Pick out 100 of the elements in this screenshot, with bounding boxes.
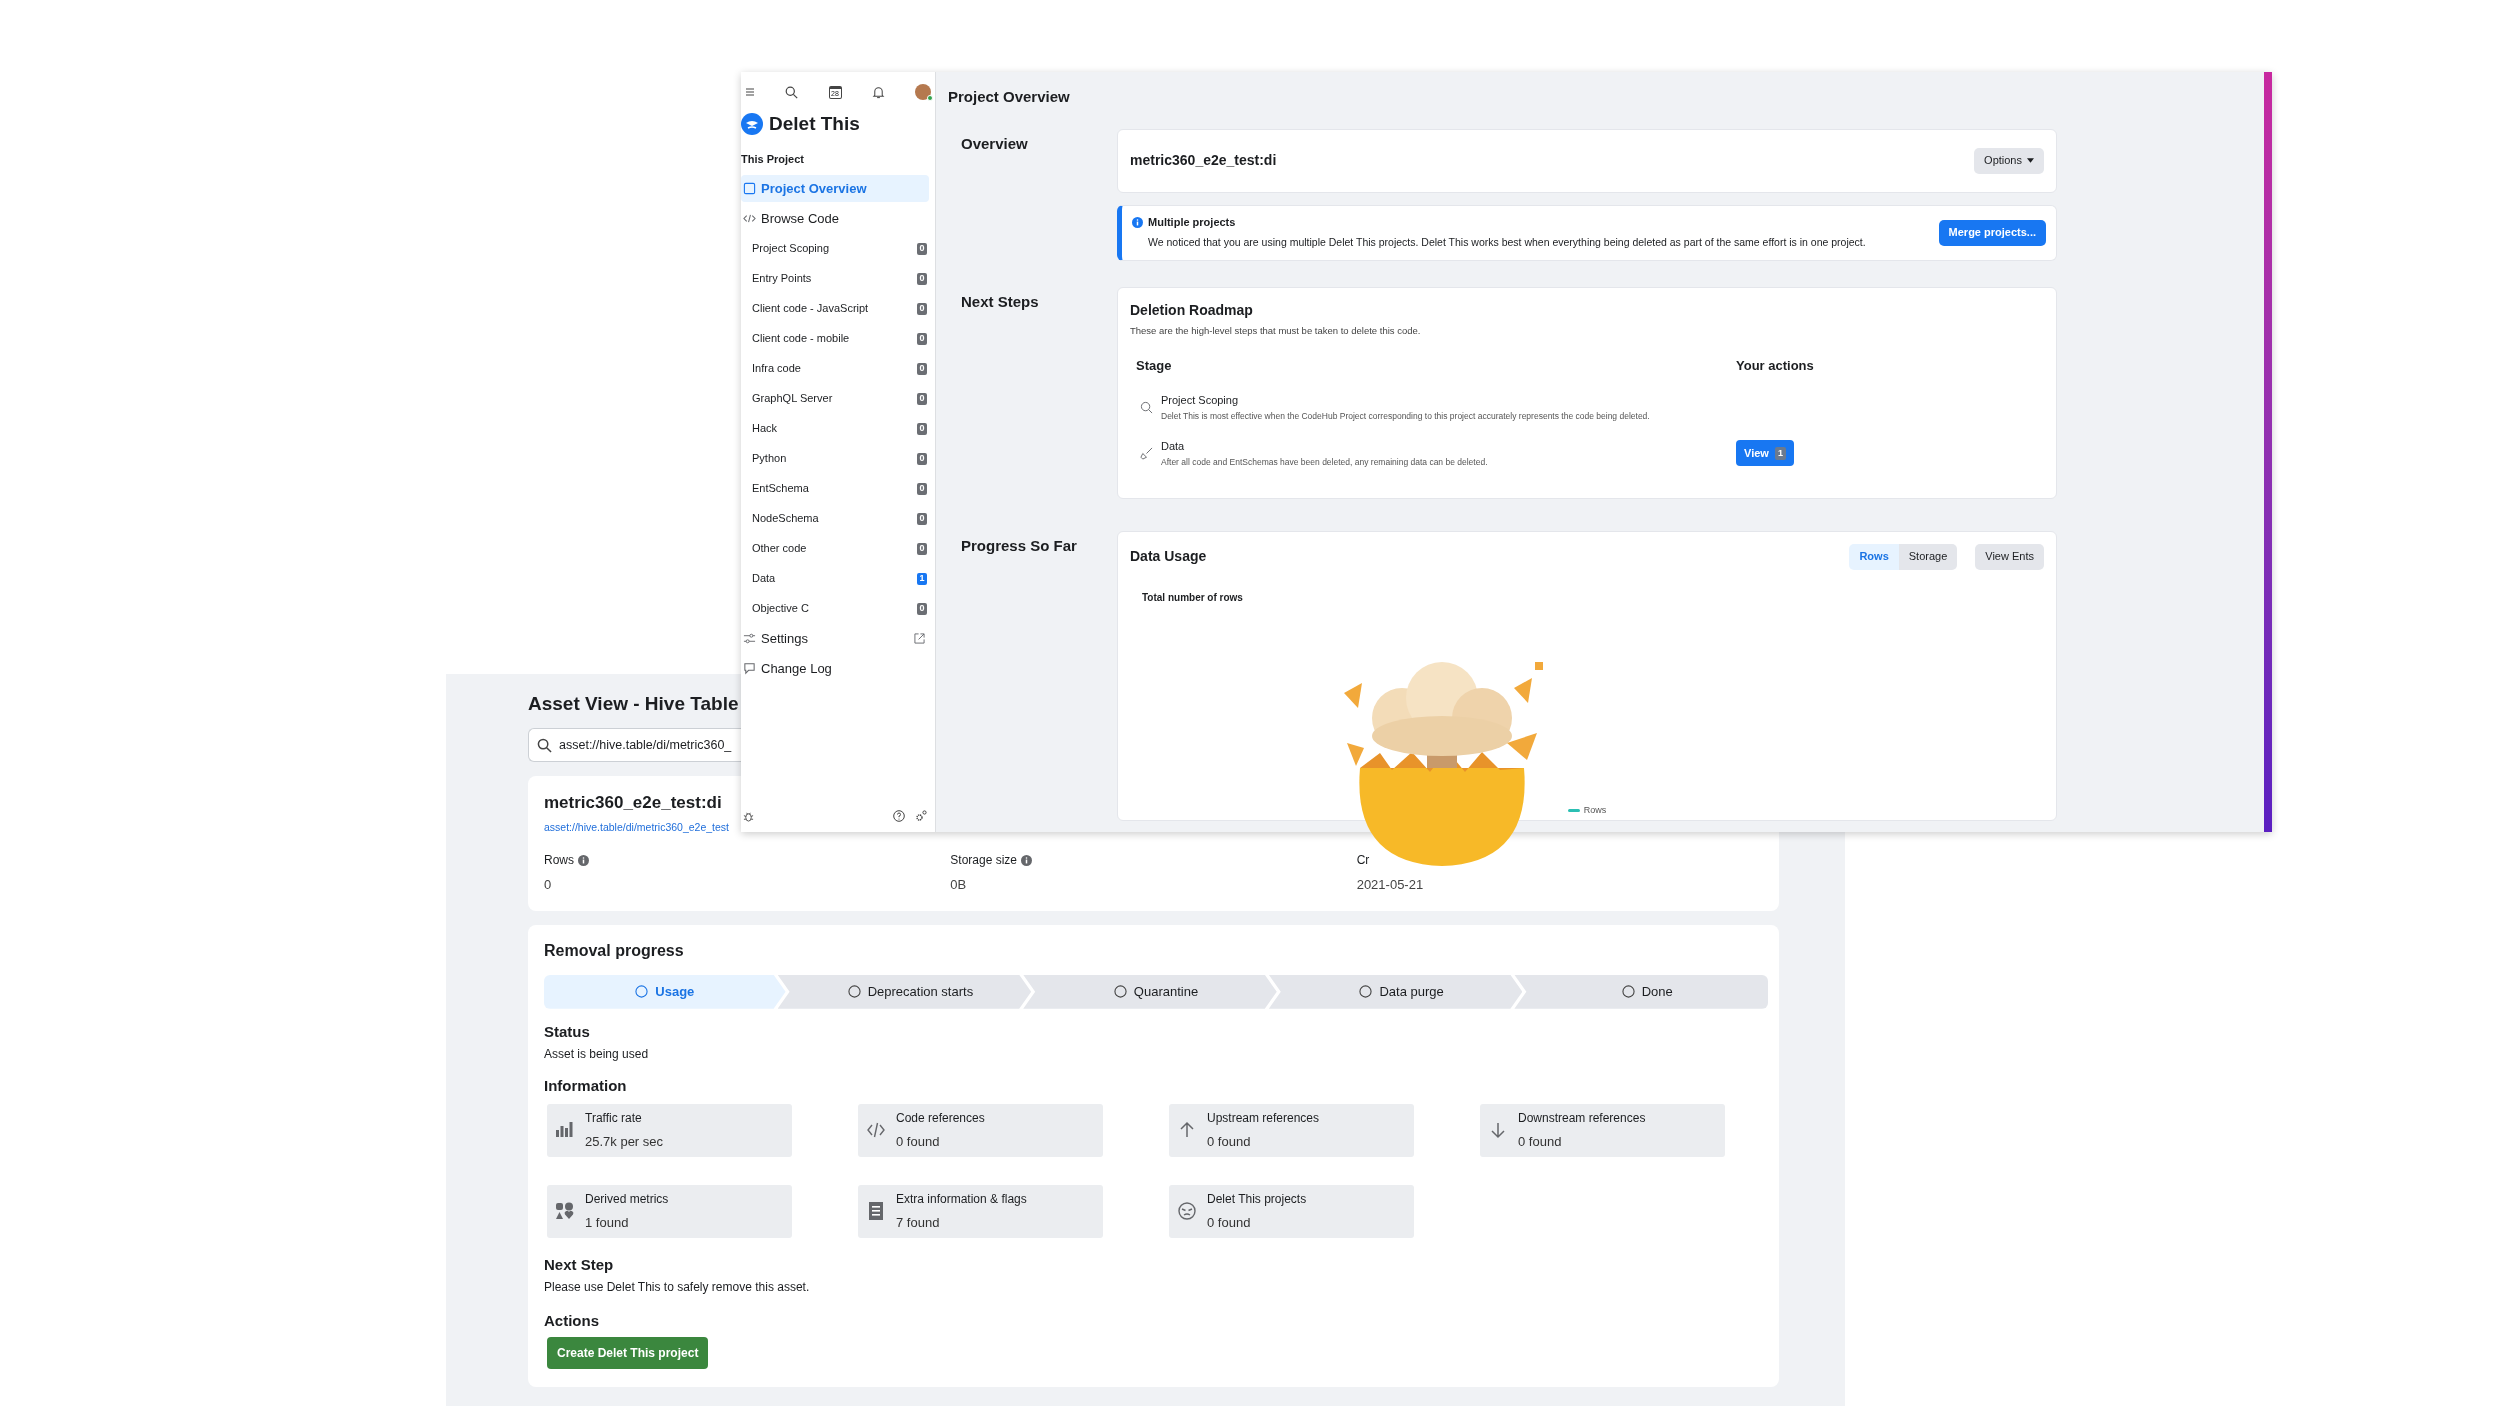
sidebar-item[interactable]: NodeSchema 0 [741,505,935,532]
stat-label: Rows [544,852,574,870]
tile-value: 0 found [1207,1133,1252,1151]
menu-icon [745,87,755,97]
sidebar-item[interactable]: EntSchema 0 [741,475,935,502]
sidebar-item[interactable]: Infra code 0 [741,355,935,382]
section-heading: This Project [741,151,805,167]
legend-swatch [1567,809,1580,813]
section-label: Progress So Far [960,535,1078,556]
tile-value: 0 found [1207,1214,1252,1232]
page-title: Asset View - Hive Table [528,692,740,716]
stat-value: 2021-05-21 [1356,876,1425,895]
comment-icon [743,662,756,675]
status-text: Asset is being used [544,1046,650,1064]
tile-label: Code references [896,1110,985,1127]
count-badge: 1 [1774,446,1786,460]
stage-name: Project Scoping [1161,392,1240,408]
face-icon [1177,1201,1197,1222]
alert-text: We noticed that you are using multiple Delet This projects. Delet This works best when everything being deleted as part of the same effort is in one project. [1147,234,1866,250]
chart-title: Total number of rows [1142,590,1244,605]
app-title: Delet This [769,112,860,136]
search-field[interactable]: asset://hive.table/di/metric360_ [528,728,741,762]
progress-step[interactable]: Usage [544,974,786,1009]
sidebar-item[interactable]: GraphQL Server 0 [741,385,935,412]
sidebar-item[interactable]: Other code 0 [741,535,935,562]
section-title: Actions [544,1311,600,1332]
count-badge: 0 [917,332,927,345]
arrow-down-icon [1488,1120,1508,1141]
info-icon [1132,217,1143,229]
sidebar-item[interactable]: Client code - mobile 0 [741,325,935,352]
document-icon [866,1201,886,1222]
shapes-icon [555,1201,575,1222]
tile-label: Delet This projects [1207,1191,1307,1208]
asset-name: metric360_e2e_test:di [544,792,722,814]
sidebar-item[interactable]: Data 1 [741,565,935,592]
next-step-text: Please use Delet This to safely remove this asset. [544,1279,811,1297]
tile-label: Extra information & flags [896,1191,1027,1208]
sidebar-item[interactable]: Entry Points 0 [741,265,935,292]
square-icon [743,182,756,195]
sidebar-item[interactable]: Settings [741,625,929,652]
info-icon [1021,854,1033,866]
section-label: Next Steps [960,291,1040,312]
stat-label: Storage size [950,852,1018,870]
card-title: Deletion Roadmap [1130,300,1254,320]
count-badge: 0 [917,302,927,315]
section-title: Next Step [544,1254,615,1275]
tile-value: 0 found [1518,1133,1563,1151]
count-badge: 0 [917,242,927,255]
sidebar-item[interactable]: Browse Code [741,205,929,232]
card-title: Data Usage [1130,547,1207,566]
options-button[interactable]: Options [1974,147,2044,174]
toggle-tab[interactable]: Storage [1898,543,1958,570]
count-badge: 0 [917,542,927,555]
circle-icon [635,985,649,999]
count-badge: 0 [917,452,927,465]
merge-projects-button[interactable]: Merge projects... [1938,219,2046,246]
asset-link[interactable]: asset://hive.table/di/metric360_e2e_test [544,819,730,836]
create-project-button[interactable]: Create Delet This project [547,1336,709,1369]
section-title: Information [544,1076,628,1097]
column-header: Stage [1136,356,1173,375]
circle-icon [1621,985,1635,999]
sidebar-item[interactable]: Change Log [741,655,929,682]
stat-value: 0B [950,876,968,895]
tile-value: 7 found [896,1214,941,1232]
sidebar-item[interactable]: Project Scoping 0 [741,235,935,262]
toggle-tab[interactable]: Rows [1849,543,1899,570]
gears-icon [915,810,927,822]
chart-legend: Rows [1567,804,1607,818]
search-icon [537,738,552,753]
count-badge: 0 [917,482,927,495]
tile-label: Traffic rate [585,1110,643,1127]
project-name: metric360_e2e_test:di [1130,151,1277,170]
bell-icon [871,85,885,99]
sidebar-item[interactable]: Objective C 0 [741,595,935,622]
tile-label: Derived metrics [585,1191,669,1208]
stage-description: Delet This is most effective when the CodeHub Project corresponding to this project accurately represents the code being deleted. [1161,410,1650,423]
count-badge: 0 [917,512,927,525]
progress-step[interactable]: Deprecation starts [777,974,1032,1009]
card-subtitle: These are the high-level steps that must be taken to delete this code. [1130,323,1422,338]
progress-step[interactable]: Quarantine [1023,974,1277,1009]
broom-icon [1140,446,1153,460]
page-title: Project Overview [948,87,1071,107]
sidebar-item[interactable]: Hack 0 [741,415,935,442]
section-label: Overview [960,133,1029,154]
view-ents-button[interactable]: View Ents [1975,543,2044,570]
avatar[interactable] [915,84,931,100]
sidebar-item[interactable]: Client code - JavaScript 0 [741,295,935,322]
code-icon [743,212,756,225]
alert-title: Multiple projects [1148,215,1236,231]
sidebar-item[interactable]: Python 0 [741,445,935,472]
view-button[interactable]: View 1 [1736,440,1794,467]
progress-step[interactable]: Data purge [1268,974,1523,1009]
sidebar-item[interactable]: Project Overview [741,175,929,202]
search-icon [785,85,799,99]
info-icon [578,854,589,866]
stage-name: Data [1161,438,1186,454]
progress-step[interactable]: Done [1514,974,1768,1009]
column-header: Your actions [1736,356,1814,375]
count-badge: 0 [917,392,927,405]
tile-value: 0 found [896,1133,941,1151]
